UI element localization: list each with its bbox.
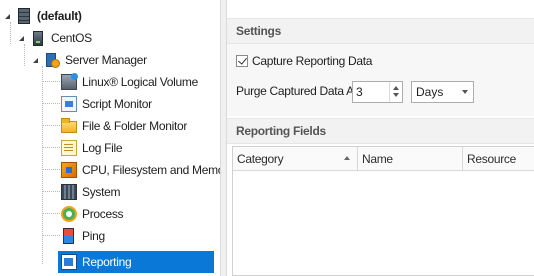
tree-node-default[interactable]: (default) [3, 5, 82, 27]
checkbox-checked-icon[interactable] [236, 55, 248, 67]
column-header-label: Name [362, 151, 393, 166]
purge-after-stepper[interactable]: 3 [352, 81, 403, 103]
tree-connector [42, 103, 60, 104]
capture-reporting-data-checkbox[interactable]: Capture Reporting Data [236, 54, 372, 68]
tree-item-label: Linux® Logical Volume [82, 75, 198, 89]
stepper-up-icon[interactable] [393, 86, 399, 90]
purge-after-value[interactable]: 3 [356, 85, 363, 99]
tree-item-file-folder-monitor[interactable]: File & Folder Monitor [61, 115, 187, 137]
tree-node-label: CentOS [51, 31, 92, 45]
column-header-name[interactable]: Name [358, 147, 463, 170]
stepper-down-icon[interactable] [393, 93, 399, 97]
tree-node-label: (default) [37, 9, 82, 23]
tree-item-label: Process [82, 207, 124, 221]
logical-volume-icon [61, 73, 78, 90]
tree-item-ping[interactable]: Ping [61, 225, 105, 247]
expand-toggle-icon[interactable] [3, 12, 11, 20]
tree-connector [42, 147, 60, 148]
column-header-label: Resource [467, 151, 516, 166]
tree-item-label: System [82, 185, 121, 199]
tree-item-process[interactable]: Process [61, 203, 124, 225]
reporting-fields-grid[interactable]: Category Name Resource [232, 146, 534, 276]
ping-icon [63, 228, 74, 244]
tree-node-centos[interactable]: CentOS [17, 27, 92, 49]
reporting-icon [61, 254, 77, 270]
tree-connector [42, 81, 60, 82]
sort-ascending-icon [344, 156, 350, 160]
reporting-fields-section-header: Reporting Fields [227, 118, 534, 144]
tree-item-label: Ping [82, 229, 105, 243]
expand-toggle-icon[interactable] [31, 56, 39, 64]
tree-item-label: Script Monitor [82, 97, 152, 111]
system-icon [61, 184, 77, 200]
tree-item-reporting[interactable]: Reporting [58, 251, 214, 273]
settings-section-header: Settings [227, 18, 534, 44]
tree-item-log-file[interactable]: Log File [61, 137, 123, 159]
navigation-tree: (default) CentOS Server Manager Linux® L… [0, 0, 234, 276]
tree-node-server-manager[interactable]: Server Manager [31, 49, 147, 71]
column-header-label: Category [237, 151, 284, 166]
tree-item-script-monitor[interactable]: Script Monitor [61, 93, 152, 115]
folder-icon [61, 118, 77, 133]
tree-connector [42, 191, 60, 192]
capture-reporting-data-label: Capture Reporting Data [252, 54, 373, 68]
tree-item-logical-volume[interactable]: Linux® Logical Volume [61, 71, 198, 93]
tree-connector [42, 169, 60, 170]
tree-item-label: File & Folder Monitor [82, 119, 188, 133]
tree-item-cpu-filesystem-memory[interactable]: CPU, Filesystem and Memory [61, 159, 234, 181]
purge-unit-dropdown[interactable]: Days [411, 81, 474, 103]
tree-item-label: Reporting [82, 255, 132, 269]
tree-item-label: Log File [82, 141, 123, 155]
tree-connector [42, 235, 60, 236]
tree-item-system[interactable]: System [61, 181, 121, 203]
stepper-arrows[interactable] [389, 82, 402, 102]
column-header-resource[interactable]: Resource [463, 147, 534, 170]
server-icon [33, 30, 43, 46]
expand-toggle-icon[interactable] [17, 34, 25, 42]
tree-connector [42, 125, 60, 126]
script-monitor-icon [61, 96, 77, 112]
server-rack-icon [18, 8, 30, 24]
pane-splitter[interactable] [220, 0, 227, 276]
tree-connector [42, 213, 60, 214]
process-icon [61, 206, 77, 222]
reporting-settings-panel: Settings Capture Reporting Data Purge Ca… [227, 0, 534, 276]
server-manager-icon [44, 52, 60, 68]
column-header-category[interactable]: Category [233, 147, 358, 170]
purge-unit-value: Days [416, 85, 444, 99]
cpu-icon [61, 162, 77, 178]
grid-header-row: Category Name Resource [233, 147, 534, 171]
chevron-down-icon[interactable] [462, 90, 468, 94]
tree-item-label: CPU, Filesystem and Memory [82, 163, 234, 177]
log-file-icon [61, 140, 77, 156]
tree-node-label: Server Manager [65, 53, 147, 67]
